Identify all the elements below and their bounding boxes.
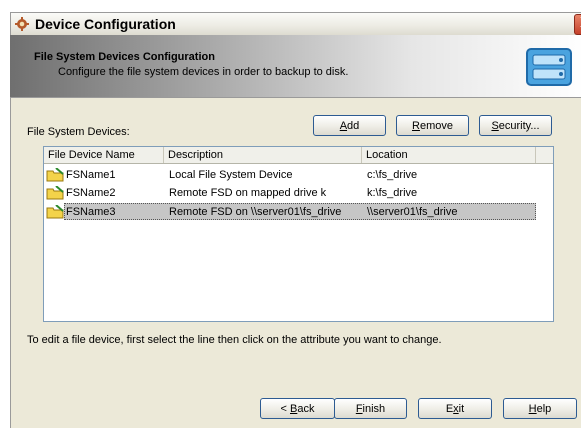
header-banner: File System Devices Configuration Config… (10, 35, 581, 97)
cell-location: c:\fs_drive (367, 169, 418, 181)
exit-button[interactable]: Exit (418, 398, 492, 419)
table-row[interactable]: FSName2 Remote FSD on mapped drive k k:\… (44, 184, 553, 202)
folder-icon (46, 205, 64, 219)
add-button[interactable]: Add (313, 115, 386, 136)
column-header-name[interactable]: File Device Name (44, 147, 164, 163)
banner-subtitle: Configure the file system devices in ord… (58, 66, 349, 78)
edit-hint: To edit a file device, first select the … (27, 334, 442, 346)
cell-name: FSName2 (66, 187, 116, 199)
title-bar: Device Configuration X (10, 12, 581, 35)
back-button[interactable]: < Back (260, 398, 335, 419)
drive-config-icon (526, 48, 572, 86)
help-button[interactable]: Help (503, 398, 577, 419)
cell-description: Remote FSD on \\server01\fs_drive (169, 206, 342, 218)
list-label: File System Devices: (27, 126, 130, 138)
table-row[interactable]: FSName1 Local File System Device c:\fs_d… (44, 166, 553, 184)
column-header-location[interactable]: Location (362, 147, 536, 163)
folder-icon (46, 168, 64, 182)
cell-name: FSName1 (66, 169, 116, 181)
cell-name: FSName3 (66, 206, 116, 218)
cell-location: \\server01\fs_drive (367, 206, 458, 218)
cell-description: Local File System Device (169, 169, 293, 181)
window-title: Device Configuration (35, 16, 176, 32)
security-button[interactable]: Security... (479, 115, 552, 136)
file-devices-list[interactable]: File Device Name Description Location FS… (43, 146, 554, 322)
column-header-description[interactable]: Description (164, 147, 362, 163)
banner-title: File System Devices Configuration (34, 51, 215, 63)
remove-button[interactable]: Remove (396, 115, 469, 136)
app-gear-icon (15, 17, 29, 31)
finish-button[interactable]: Finish (334, 398, 407, 419)
cell-description: Remote FSD on mapped drive k (169, 187, 327, 199)
close-button[interactable]: X (574, 14, 581, 35)
folder-icon (46, 186, 64, 200)
cell-location: k:\fs_drive (367, 187, 418, 199)
table-row-selected[interactable]: FSName3 Remote FSD on \\server01\fs_driv… (44, 203, 553, 221)
list-header: File Device Name Description Location (44, 147, 553, 164)
